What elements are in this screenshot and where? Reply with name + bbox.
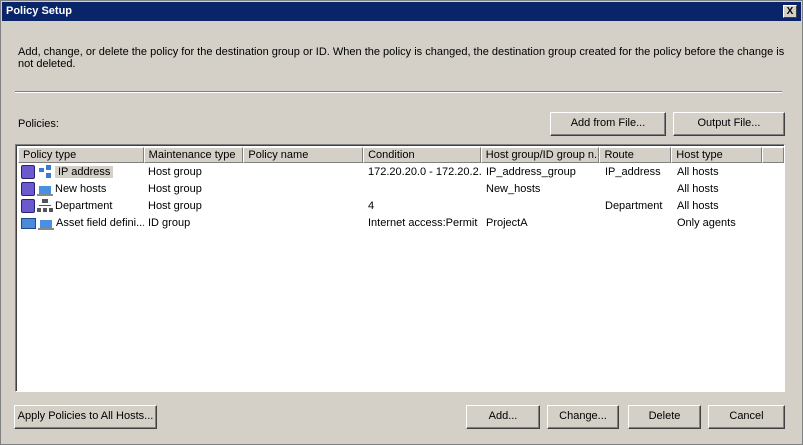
table-cell	[482, 198, 601, 215]
table-cell: IP address	[18, 164, 144, 181]
cancel-button[interactable]: Cancel	[708, 405, 785, 429]
card-icon	[21, 217, 36, 229]
table-cell: Host group	[144, 164, 244, 181]
table-cell	[244, 181, 364, 198]
column-header[interactable]: Host group/ID group n...	[480, 147, 600, 163]
table-header: Policy type Maintenance type Policy name Co…	[18, 147, 784, 163]
table-cell: Only agents	[673, 215, 764, 232]
table-cell: New hosts	[18, 181, 144, 198]
cell-text: 4	[368, 200, 375, 212]
table-cell: Host group	[144, 198, 244, 215]
table-cell	[601, 215, 673, 232]
policies-table[interactable]: Policy type Maintenance type Policy name Co…	[15, 144, 785, 392]
cell-text: New hosts	[55, 183, 107, 195]
cell-text: Host group	[148, 200, 202, 212]
policy-setup-dialog: Policy Setup X Add, change, or delete th…	[0, 0, 803, 445]
cell-text: New_hosts	[486, 183, 541, 195]
cell-text: ID group	[148, 217, 191, 229]
cell-text: IP_address	[605, 166, 661, 178]
table-cell: All hosts	[673, 164, 764, 181]
output-file-button[interactable]: Output File...	[673, 112, 785, 136]
separator	[15, 91, 782, 93]
column-header[interactable]: Policy type	[18, 147, 144, 163]
column-header[interactable]: Route	[599, 147, 672, 163]
new-host-icon	[37, 182, 53, 197]
table-row[interactable]: Asset field defini... ID group Internet ac…	[18, 215, 764, 232]
book-icon	[21, 165, 35, 180]
table-cell: ID group	[144, 215, 244, 232]
title-bar: Policy Setup X	[2, 2, 801, 21]
add-button[interactable]: Add...	[466, 405, 540, 429]
column-header[interactable]	[762, 147, 784, 163]
cell-text: Host group	[148, 166, 202, 178]
cell-text: ProjectA	[486, 217, 528, 229]
network-icon	[37, 165, 53, 180]
table-cell	[244, 198, 364, 215]
delete-button[interactable]: Delete	[628, 405, 701, 429]
description-text: Add, change, or delete the policy for th…	[18, 46, 785, 70]
table-cell: 4	[364, 198, 482, 215]
asset-monitor-icon	[38, 216, 54, 231]
cell-text: 172.20.20.0 - 172.20.2...	[368, 166, 482, 178]
column-header[interactable]: Condition	[363, 147, 481, 163]
table-row[interactable]: IP address Host group 172.20.20.0 - 172.20…	[18, 164, 764, 181]
cell-text: Department	[605, 200, 663, 212]
change-button[interactable]: Change...	[547, 405, 619, 429]
table-cell	[601, 181, 673, 198]
table-cell	[244, 164, 364, 181]
table-cell: All hosts	[673, 198, 764, 215]
cell-text: Department	[55, 200, 113, 212]
org-tree-icon	[37, 199, 53, 214]
policies-label: Policies:	[18, 118, 59, 130]
cell-text: All hosts	[677, 183, 719, 195]
cell-text: IP address	[55, 166, 114, 178]
table-cell: Internet access:Permit	[364, 215, 482, 232]
table-cell: Host group	[144, 181, 244, 198]
table-row[interactable]: Department Host group 4 Department All hosts	[18, 198, 764, 215]
book-icon	[21, 199, 35, 214]
cell-text: All hosts	[677, 200, 719, 212]
column-header[interactable]: Maintenance type	[143, 147, 244, 163]
table-cell: IP_address	[601, 164, 673, 181]
cell-text: IP_address_group	[486, 166, 576, 178]
add-from-file-button[interactable]: Add from File...	[550, 112, 666, 136]
table-cell: ProjectA	[482, 215, 601, 232]
cell-text: Internet access:Permit	[368, 217, 478, 229]
table-cell: IP_address_group	[482, 164, 601, 181]
book-icon	[21, 182, 35, 197]
table-row[interactable]: New hosts Host group New_hosts All hosts	[18, 181, 764, 198]
column-header[interactable]: Host type	[671, 147, 763, 163]
table-cell: Department	[18, 198, 144, 215]
table-cell: 172.20.20.0 - 172.20.2...	[364, 164, 482, 181]
apply-policies-button[interactable]: Apply Policies to All Hosts...	[14, 405, 157, 429]
table-cell	[364, 181, 482, 198]
table-cell	[244, 215, 364, 232]
table-cell: All hosts	[673, 181, 764, 198]
cell-text: Host group	[148, 183, 202, 195]
cell-text: Only agents	[677, 217, 736, 229]
close-button[interactable]: X	[783, 5, 797, 18]
cell-text: All hosts	[677, 166, 719, 178]
dialog-title: Policy Setup	[6, 5, 73, 17]
table-cell: New_hosts	[482, 181, 601, 198]
column-header[interactable]: Policy name	[243, 147, 364, 163]
table-cell: Asset field defini...	[18, 215, 144, 232]
table-cell: Department	[601, 198, 673, 215]
cell-text: Asset field defini...	[56, 217, 144, 229]
